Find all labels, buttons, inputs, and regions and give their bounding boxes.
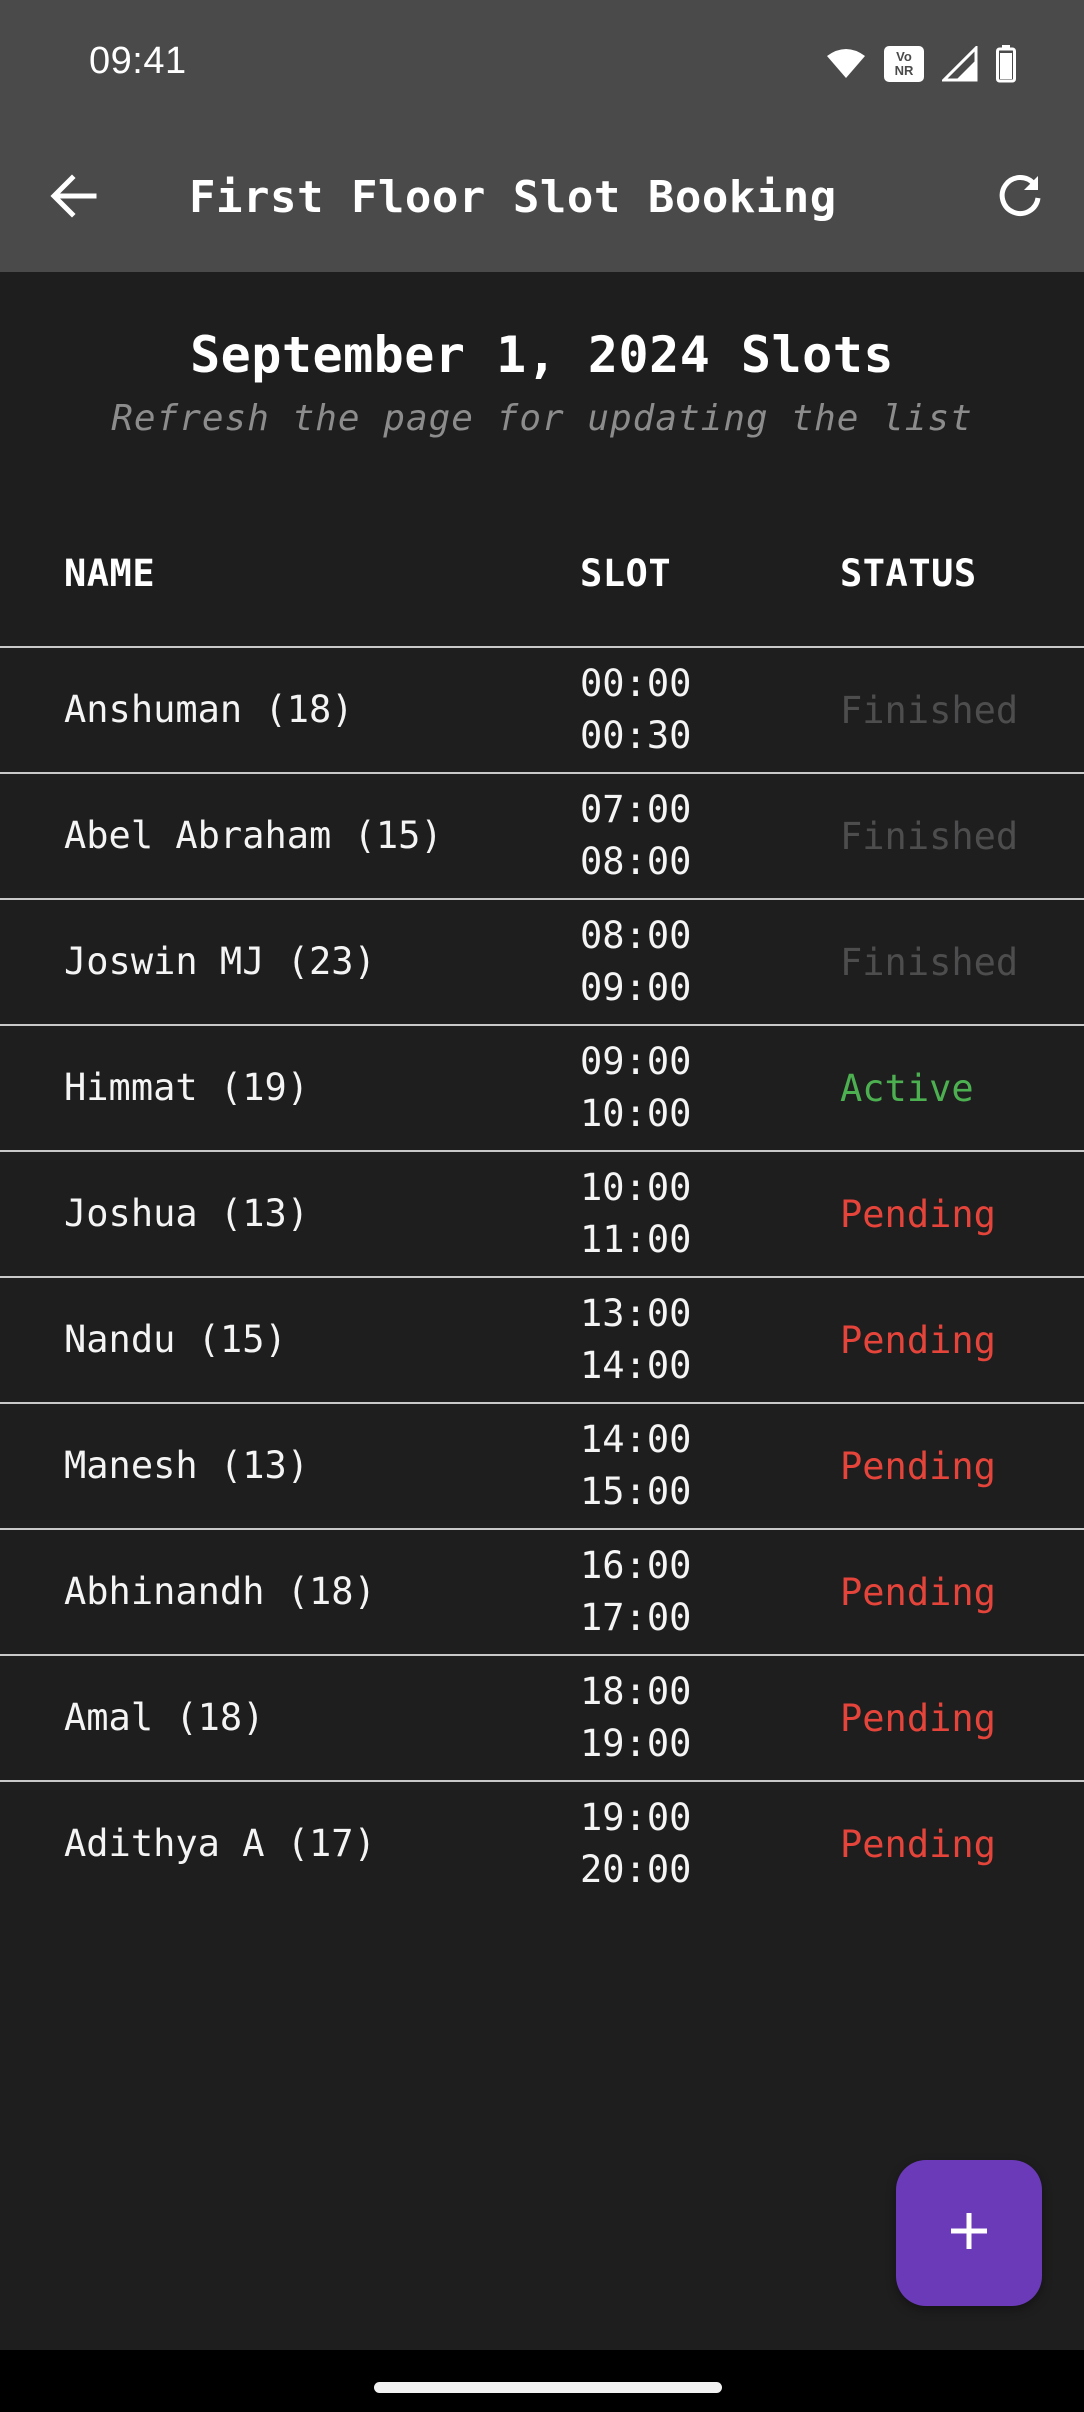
row-slot: 18:00 19:00 [580,1656,691,1780]
slot-end: 09:00 [580,966,692,1009]
row-name: Himmat (19) [64,1066,310,1109]
date-heading: September 1, 2024 Slots [190,326,894,384]
status-badge: Pending [840,1570,996,1614]
status-icons: Vo NR [826,44,1016,84]
home-gesture-handle[interactable] [374,2382,722,2393]
slot-start: 16:00 [580,1544,692,1587]
slot-end: 17:00 [580,1596,692,1639]
slot-end: 08:00 [580,840,692,883]
table-row[interactable]: Manesh (13) 14:00 15:00 Pending [0,1404,1084,1530]
status-time: 09:41 [89,40,187,82]
navigation-bar [0,2350,1084,2412]
column-header-name: NAME [64,552,156,595]
status-badge: Pending [840,1318,996,1362]
table-row[interactable]: Anshuman (18) 00:00 00:30 Finished [0,648,1084,774]
status-badge: Pending [840,1192,996,1236]
row-slot: 10:00 11:00 [580,1152,691,1276]
slot-table-body: Anshuman (18) 00:00 00:30 Finished Abel A… [0,648,1084,1906]
back-button[interactable] [44,168,104,228]
table-row[interactable]: Abhinandh (18) 16:00 17:00 Pending [0,1530,1084,1656]
table-row[interactable]: Abel Abraham (15) 07:00 08:00 Finished [0,774,1084,900]
screen: 09:41 Vo NR First Floor Slot Booking Sep… [0,0,1084,2412]
slot-start: 13:00 [580,1292,692,1335]
row-name: Anshuman (18) [64,688,354,731]
row-name: Adithya A (17) [64,1822,376,1865]
slot-end: 10:00 [580,1092,692,1135]
wifi-icon [826,48,866,80]
slot-start: 14:00 [580,1418,692,1461]
refresh-icon [996,172,1044,224]
slot-end: 11:00 [580,1218,692,1261]
slot-start: 10:00 [580,1166,692,1209]
status-badge: Pending [840,1822,996,1866]
slot-start: 19:00 [580,1796,692,1839]
refresh-hint: Refresh the page for updating the list [111,398,973,439]
column-header-status: STATUS [840,552,977,595]
row-name: Nandu (15) [64,1318,287,1361]
row-name: Manesh (13) [64,1444,310,1487]
slot-start: 00:00 [580,662,692,705]
status-badge: Finished [840,940,1019,984]
row-name: Joshua (13) [64,1192,310,1235]
slot-start: 08:00 [580,914,692,957]
page-title: First Floor Slot Booking [189,172,837,223]
row-name: Amal (18) [64,1696,265,1739]
row-name: Joswin MJ (23) [64,940,376,983]
row-slot: 14:00 15:00 [580,1404,691,1528]
status-badge: Finished [840,814,1019,858]
vonr-icon: Vo NR [884,46,924,82]
status-badge: Pending [840,1696,996,1740]
slot-end: 00:30 [580,714,692,757]
slot-end: 19:00 [580,1722,692,1765]
row-slot: 07:00 08:00 [580,774,691,898]
row-slot: 00:00 00:30 [580,648,691,772]
slot-start: 09:00 [580,1040,692,1083]
arrow-left-icon [50,174,98,222]
row-slot: 19:00 20:00 [580,1782,691,1906]
status-badge: Pending [840,1444,996,1488]
slot-end: 20:00 [580,1848,692,1891]
row-name: Abel Abraham (15) [64,814,443,857]
row-slot: 16:00 17:00 [580,1530,691,1654]
status-badge: Active [840,1066,974,1110]
vonr-label-top: Vo [896,49,912,64]
slot-start: 18:00 [580,1670,692,1713]
row-name: Abhinandh (18) [64,1570,376,1613]
row-slot: 09:00 10:00 [580,1026,691,1150]
add-slot-button[interactable] [896,2160,1042,2306]
table-row[interactable]: Nandu (15) 13:00 14:00 Pending [0,1278,1084,1404]
signal-icon [942,46,978,82]
table-row[interactable]: Amal (18) 18:00 19:00 Pending [0,1656,1084,1782]
top-bar: 09:41 Vo NR First Floor Slot Booking [0,0,1084,272]
table-header: NAME SLOT STATUS [0,540,1084,648]
battery-icon [996,45,1016,83]
status-badge: Finished [840,688,1019,732]
row-slot: 08:00 09:00 [580,900,691,1024]
column-header-slot: SLOT [580,552,672,595]
plus-icon [947,2209,991,2257]
slot-end: 15:00 [580,1470,692,1513]
vonr-label-bottom: NR [894,63,914,78]
slot-start: 07:00 [580,788,692,831]
table-row[interactable]: Adithya A (17) 19:00 20:00 Pending [0,1782,1084,1906]
table-row[interactable]: Joshua (13) 10:00 11:00 Pending [0,1152,1084,1278]
slot-end: 14:00 [580,1344,692,1387]
row-slot: 13:00 14:00 [580,1278,691,1402]
refresh-button[interactable] [990,168,1050,228]
table-row[interactable]: Joswin MJ (23) 08:00 09:00 Finished [0,900,1084,1026]
table-row[interactable]: Himmat (19) 09:00 10:00 Active [0,1026,1084,1152]
